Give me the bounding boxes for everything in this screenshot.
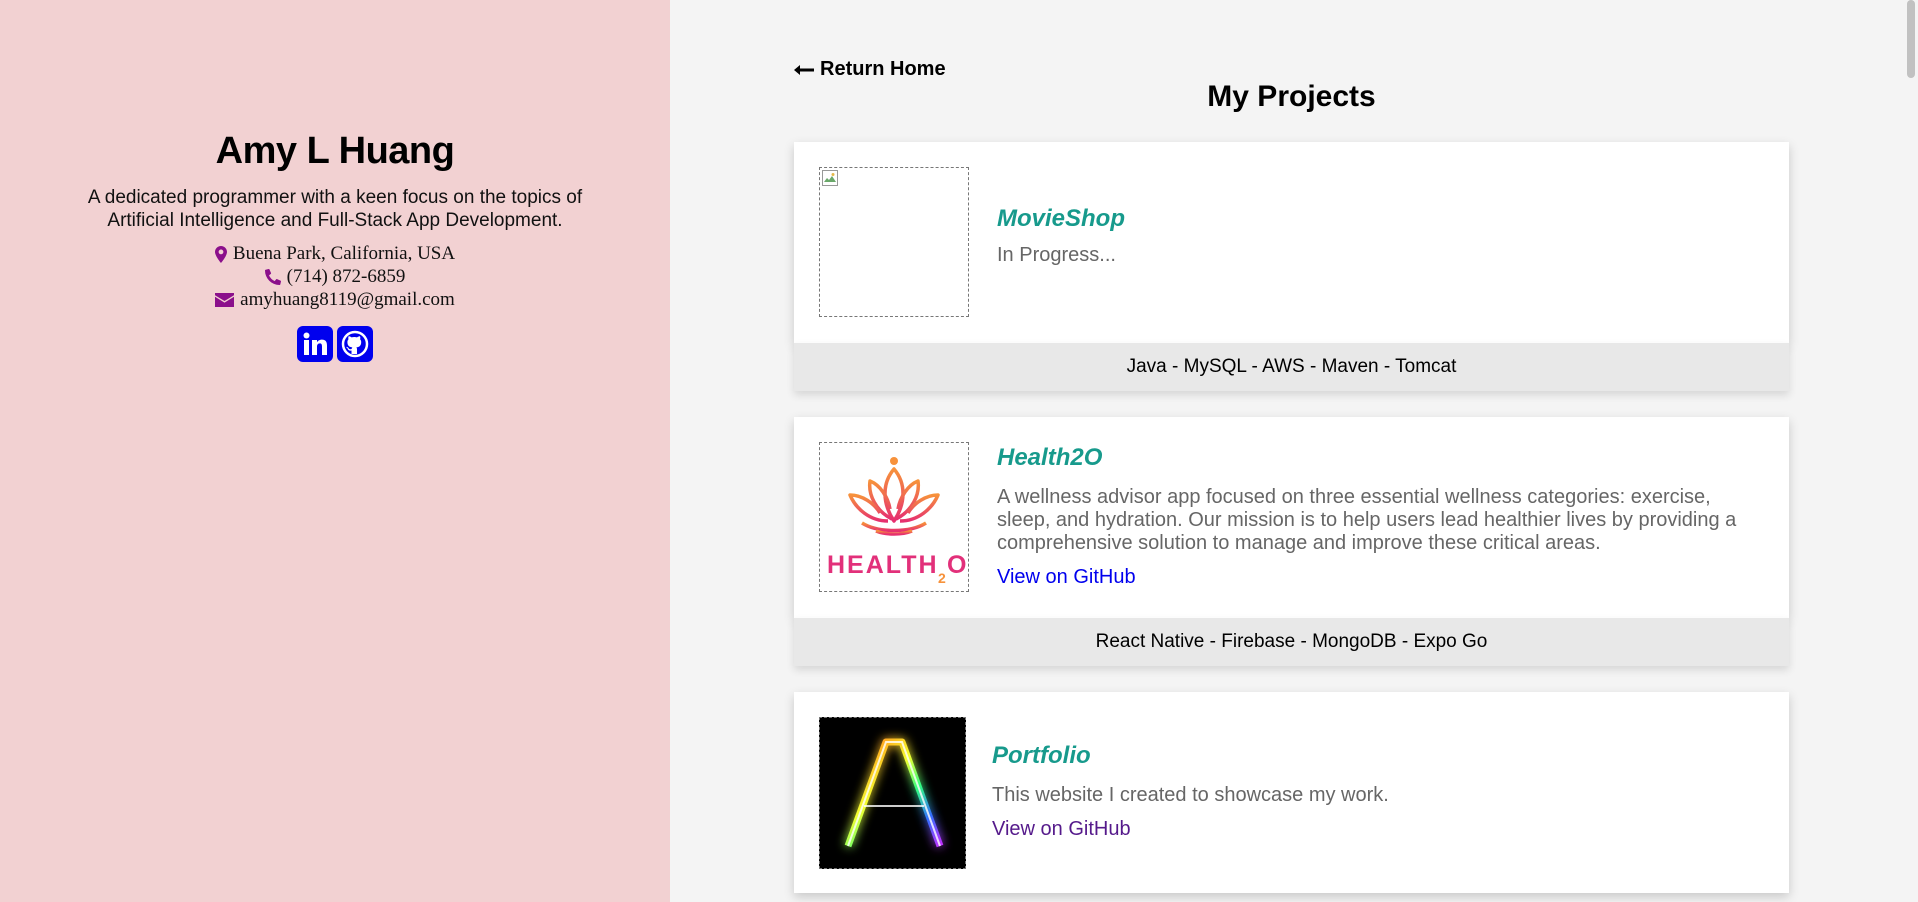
- scrollbar-thumb[interactable]: [1907, 0, 1915, 78]
- return-home-link[interactable]: Return Home: [794, 58, 946, 81]
- project-title: Health2O: [997, 444, 1103, 471]
- project-description: In Progress...: [997, 244, 1116, 266]
- project-card-portfolio: Portfolio This website I created to show…: [794, 692, 1789, 893]
- profile-name: Amy L Huang: [215, 130, 455, 172]
- email-text: amyhuang8119@gmail.com: [240, 289, 455, 310]
- page-title: My Projects: [1207, 80, 1376, 113]
- project-title: Portfolio: [992, 742, 1091, 769]
- project-thumbnail: [819, 717, 966, 869]
- github-icon: [341, 330, 369, 358]
- health2o-logo-text: HEALTH: [827, 551, 939, 579]
- github-project-link[interactable]: View on GitHub: [992, 818, 1131, 841]
- contact-email: amyhuang8119@gmail.com: [0, 289, 670, 311]
- project-tech-stack: React Native - Firebase - MongoDB - Expo…: [794, 618, 1789, 666]
- phone-icon: [264, 269, 281, 285]
- svg-text:2: 2: [938, 570, 946, 586]
- vertical-scrollbar[interactable]: [1904, 0, 1918, 902]
- envelope-icon: [215, 293, 235, 307]
- broken-image-icon: [822, 170, 838, 186]
- project-title: MovieShop: [997, 205, 1126, 232]
- linkedin-icon: [303, 332, 327, 355]
- project-thumbnail: [819, 167, 969, 317]
- location-text: Buena Park, California, USA: [232, 243, 456, 264]
- svg-text:O: O: [947, 551, 966, 579]
- contact-location: Buena Park, California, USA: [0, 243, 670, 265]
- project-description: A wellness advisor app focused on three …: [997, 486, 1737, 554]
- linkedin-link[interactable]: [297, 326, 333, 362]
- github-link[interactable]: [337, 326, 373, 362]
- profile-sidebar: Amy L Huang A dedicated programmer with …: [0, 0, 670, 902]
- project-thumbnail: HEALTH 2 O: [819, 442, 969, 592]
- profile-bio: A dedicated programmer with a keen focus…: [87, 187, 583, 231]
- project-description: This website I created to showcase my wo…: [992, 784, 1389, 806]
- neon-letter-a-icon: [844, 738, 944, 848]
- return-home-label: Return Home: [820, 58, 946, 80]
- project-card-movieshop: MovieShop In Progress...: [794, 142, 1789, 343]
- project-card-health2o: HEALTH 2 O Health2O A wellness advisor a…: [794, 417, 1789, 618]
- contact-phone: (714) 872-6859: [0, 266, 670, 288]
- map-pin-icon: [214, 245, 227, 263]
- arrow-left-icon: [794, 64, 814, 75]
- phone-text: (714) 872-6859: [286, 266, 406, 287]
- github-project-link[interactable]: View on GitHub: [997, 566, 1136, 589]
- project-tech-stack: Java - MySQL - AWS - Maven - Tomcat: [794, 343, 1789, 391]
- lotus-logo-icon: HEALTH 2 O: [827, 457, 966, 586]
- social-links: [0, 326, 670, 362]
